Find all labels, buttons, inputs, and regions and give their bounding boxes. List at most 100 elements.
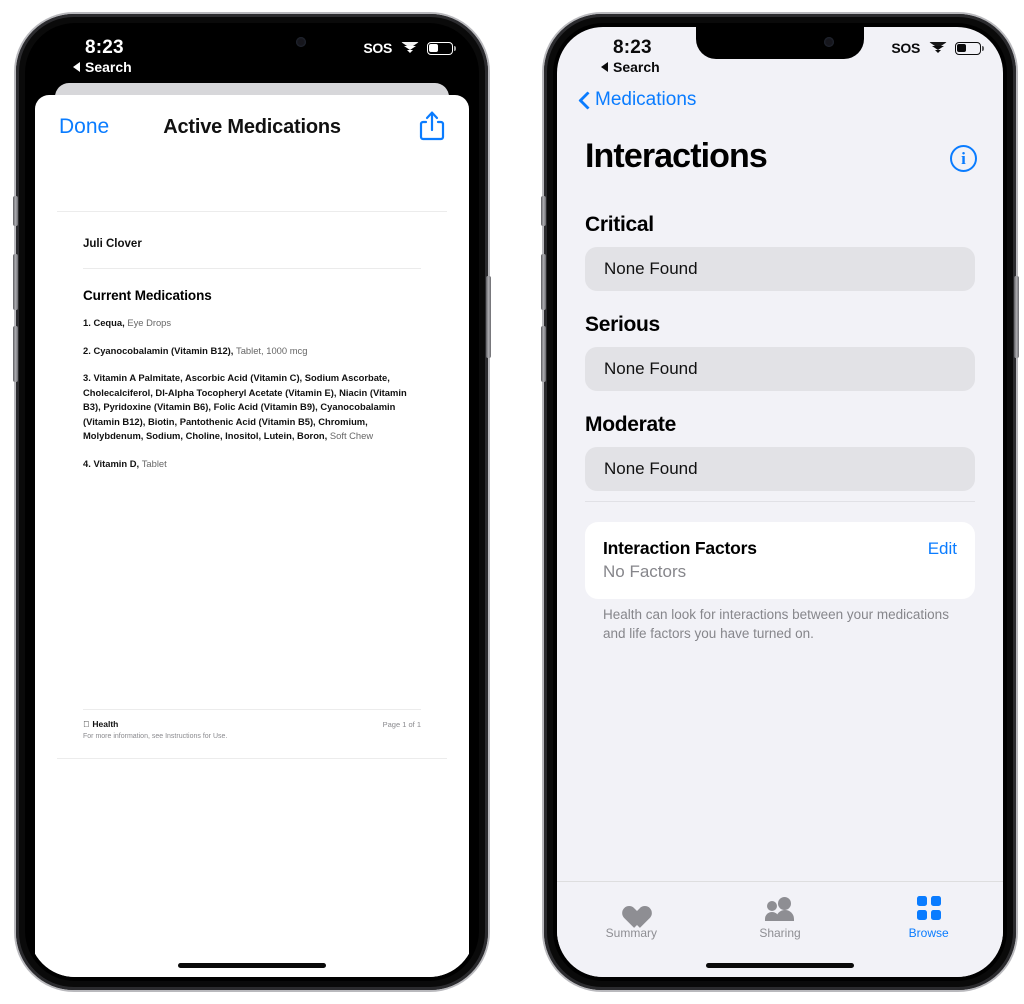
interaction-factors-title: Interaction Factors <box>603 538 757 558</box>
patient-name: Juli Clover <box>83 238 142 250</box>
back-to-search-label: Search <box>613 59 660 75</box>
share-icon[interactable] <box>417 109 447 143</box>
page-title: Interactions <box>585 137 768 175</box>
phone-left-bezel: 8:23 Search SOS Done Active Medications … <box>25 23 479 981</box>
section-heading: Serious <box>585 313 660 336</box>
section-heading: Moderate <box>585 413 676 436</box>
back-label: Medications <box>595 89 697 110</box>
volume-down-button[interactable] <box>541 326 546 382</box>
status-badge: None Found <box>585 447 975 491</box>
med-name: Cyanocobalamin (Vitamin B12), <box>93 344 234 356</box>
med-form: Soft Chew <box>329 430 374 442</box>
phone-right-screen: 8:23 Search SOS Medications Interactions… <box>557 27 1003 977</box>
section-critical: Critical None Found <box>585 213 975 291</box>
interaction-factors-card[interactable]: Interaction Factors Edit No Factors <box>585 522 975 599</box>
status-indicators-left: SOS <box>363 40 456 56</box>
back-to-search-right[interactable]: Search <box>601 59 660 75</box>
notch <box>168 27 336 59</box>
section-divider <box>585 501 975 502</box>
phone-right-bezel: 8:23 Search SOS Medications Interactions… <box>553 23 1007 981</box>
heart-icon <box>618 896 644 920</box>
med-form: Eye Drops <box>127 317 172 328</box>
apple-logo-icon:  <box>83 719 89 729</box>
back-to-medications-button[interactable]: Medications <box>579 89 696 111</box>
document-footer:  Health For more information, see Instr… <box>83 719 421 740</box>
medications-list: 1. Cequa, Eye Drops 2. Cyanocobalamin (V… <box>83 316 421 485</box>
sheet-nav-bar: Done Active Medications <box>35 95 469 159</box>
front-camera-icon <box>296 37 306 47</box>
phone-left-screen: 8:23 Search SOS Done Active Medications … <box>29 27 475 977</box>
notch <box>696 27 864 59</box>
tab-browse-label: Browse <box>908 926 949 940</box>
document-divider <box>83 268 421 269</box>
volume-up-button[interactable] <box>13 254 18 310</box>
sos-indicator: SOS <box>891 40 920 56</box>
chevron-left-icon <box>579 91 590 110</box>
back-to-search-left[interactable]: Search <box>73 59 132 75</box>
section-serious: Serious None Found <box>585 313 975 391</box>
document-footer-note: For more information, see Instructions f… <box>83 733 228 740</box>
section-moderate: Moderate None Found <box>585 413 975 491</box>
status-badge: None Found <box>585 347 975 391</box>
phone-right: 8:23 Search SOS Medications Interactions… <box>541 14 1019 990</box>
med-form: Tablet <box>141 458 167 470</box>
active-medications-sheet: Done Active Medications Juli Clover Curr… <box>35 95 469 977</box>
med-index: 3. <box>83 372 91 384</box>
phone-left: 8:23 Search SOS Done Active Medications … <box>13 14 491 990</box>
status-badge: None Found <box>585 247 975 291</box>
wifi-icon <box>400 41 419 55</box>
mute-switch[interactable] <box>541 196 546 226</box>
interaction-factors-header: Interaction Factors Edit <box>603 538 957 559</box>
volume-up-button[interactable] <box>541 254 546 310</box>
mute-switch[interactable] <box>13 196 18 226</box>
tab-browse[interactable]: Browse <box>854 896 1003 940</box>
battery-icon <box>427 41 456 55</box>
sos-indicator: SOS <box>363 40 392 56</box>
volume-down-button[interactable] <box>13 326 18 382</box>
med-form: Tablet, 1000 mcg <box>236 344 308 356</box>
med-index: 1. <box>83 317 91 328</box>
home-indicator[interactable] <box>706 963 854 968</box>
med-name: Vitamin D, <box>93 458 140 470</box>
home-indicator[interactable] <box>178 963 326 968</box>
document-footer-divider <box>83 709 421 710</box>
power-button[interactable] <box>486 276 491 358</box>
tab-sharing-label: Sharing <box>759 926 801 940</box>
med-index: 4. <box>83 458 91 470</box>
tab-sharing[interactable]: Sharing <box>706 896 855 940</box>
tab-summary-label: Summary <box>605 926 657 940</box>
sheet-title: Active Medications <box>163 116 341 138</box>
back-triangle-icon <box>601 62 608 72</box>
wifi-icon <box>928 41 947 55</box>
screenshot-canvas: 8:23 Search SOS Done Active Medications … <box>0 0 1024 1004</box>
battery-icon <box>955 41 984 55</box>
list-item: 4. Vitamin D, Tablet <box>83 457 421 472</box>
health-brand-label: Health <box>86 719 118 729</box>
info-icon[interactable]: i <box>950 145 977 172</box>
document-page: Juli Clover Current Medications 1. Cequa… <box>57 211 447 759</box>
list-item: 2. Cyanocobalamin (Vitamin B12), Tablet,… <box>83 344 421 359</box>
power-button[interactable] <box>1014 276 1019 358</box>
back-to-search-label: Search <box>85 59 132 75</box>
status-indicators-right: SOS <box>891 40 984 56</box>
edit-button[interactable]: Edit <box>928 539 957 559</box>
document-viewport[interactable]: Juli Clover Current Medications 1. Cequa… <box>35 211 469 977</box>
tab-summary[interactable]: Summary <box>557 896 706 940</box>
med-name: Cequa, <box>93 317 125 328</box>
document-section-heading: Current Medications <box>83 288 212 303</box>
back-triangle-icon <box>73 62 80 72</box>
interaction-factors-subtitle: No Factors <box>603 562 687 581</box>
nav-bar: Medications <box>557 83 1003 127</box>
front-camera-icon <box>824 37 834 47</box>
status-time: 8:23 <box>613 37 652 58</box>
list-item: 3. Vitamin A Palmitate, Ascorbic Acid (V… <box>83 371 421 444</box>
section-heading: Critical <box>585 213 654 236</box>
status-time: 8:23 <box>85 37 124 58</box>
grid-icon <box>916 896 941 920</box>
med-index: 2. <box>83 344 91 356</box>
health-brand:  Health <box>83 719 421 729</box>
interaction-factors-note: Health can look for interactions between… <box>603 607 949 642</box>
page-number: Page 1 of 1 <box>382 720 421 729</box>
people-icon <box>765 896 795 921</box>
list-item: 1. Cequa, Eye Drops <box>83 316 421 331</box>
